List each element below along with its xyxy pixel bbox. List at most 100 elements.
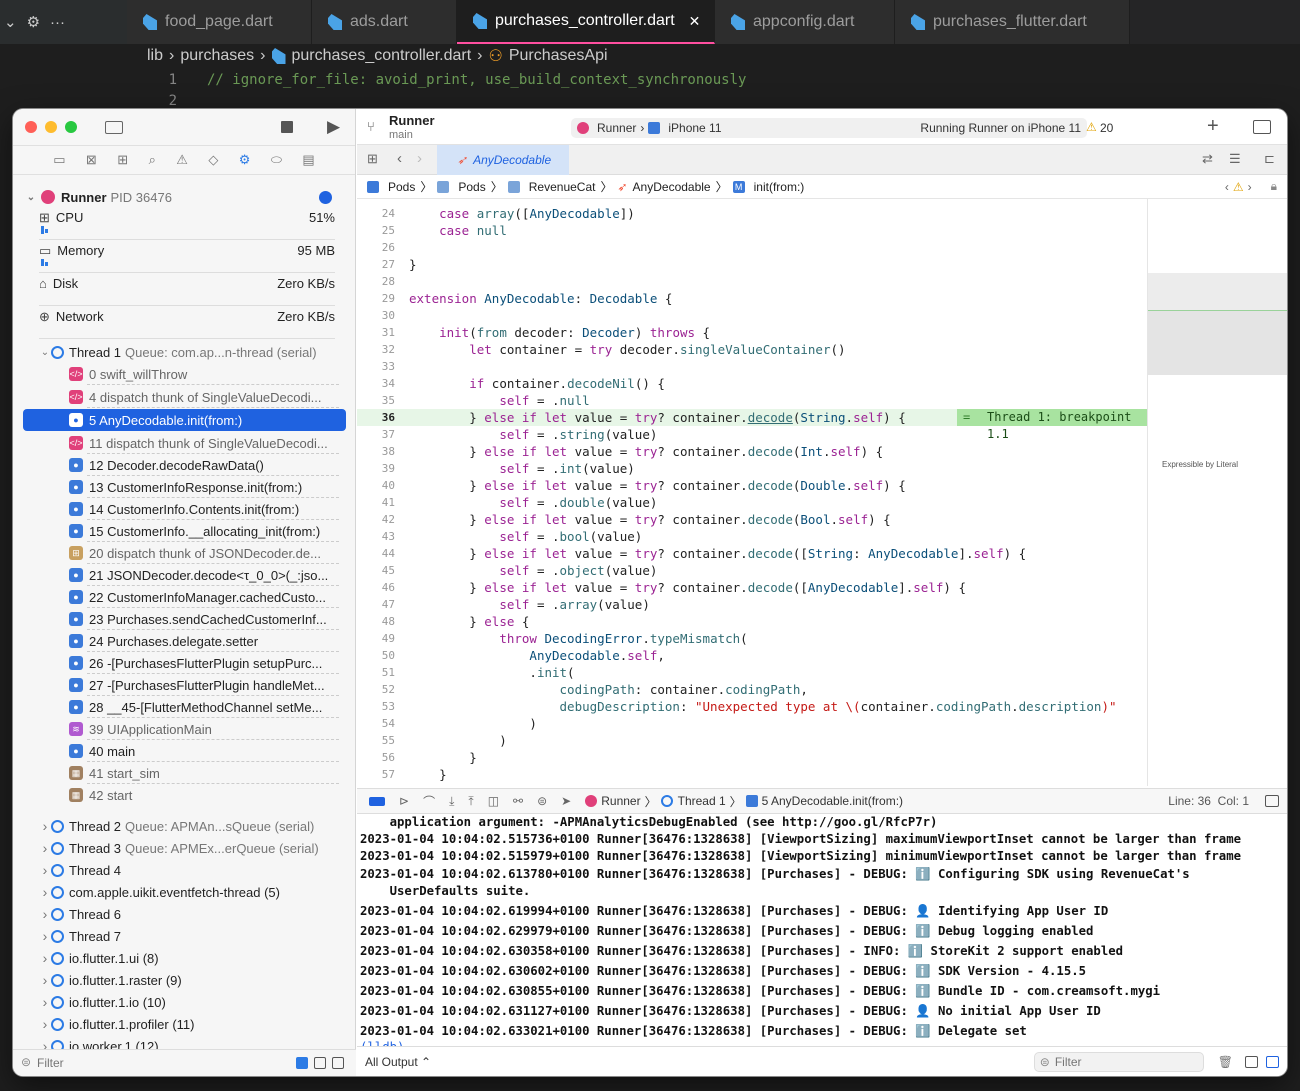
line-number[interactable]: 57 xyxy=(357,766,395,783)
back-icon[interactable]: ‹ xyxy=(397,150,402,167)
minimap[interactable]: Expressible by Literal xyxy=(1147,199,1287,786)
gauge-disk[interactable]: ⌂ Disk Zero KB/s xyxy=(39,276,335,302)
report-icon[interactable]: ▤ xyxy=(302,152,314,168)
line-number[interactable]: 43 xyxy=(357,528,395,545)
tab-appconfig[interactable]: appconfig.dart xyxy=(715,0,895,44)
thread-row[interactable]: › io.flutter.1.profiler (11) xyxy=(13,1013,356,1035)
thread-row[interactable]: › Thread 7 xyxy=(13,925,356,947)
chevron-down-icon[interactable]: ⌄ xyxy=(4,13,17,31)
stack-frame[interactable]: ≋ 39 UIApplicationMain xyxy=(13,718,356,740)
location-icon[interactable]: ➤ xyxy=(561,794,571,808)
run-button[interactable]: ▶ xyxy=(327,117,340,137)
line-number[interactable]: 27 xyxy=(357,256,395,273)
stack-frame[interactable]: ● 40 main xyxy=(13,740,356,762)
debug-path-item[interactable]: Runner xyxy=(601,794,640,808)
filter-option-icon[interactable] xyxy=(314,1057,326,1069)
variables-view-icon[interactable] xyxy=(1245,1055,1258,1068)
debug-path-item[interactable]: 5 AnyDecodable.init(from:) xyxy=(762,794,903,808)
jump-item[interactable]: init(from:) xyxy=(754,180,805,194)
disclosure-closed-icon[interactable]: › xyxy=(39,818,51,834)
thread-row[interactable]: › io.flutter.1.raster (9) xyxy=(13,969,356,991)
tab-purchases-controller[interactable]: purchases_controller.dart ✕ xyxy=(457,0,715,44)
thread-row[interactable]: › com.apple.uikit.eventfetch-thread (5) xyxy=(13,881,356,903)
grid-icon[interactable]: ⊞ xyxy=(367,151,378,167)
lldb-prompt[interactable]: (lldb) xyxy=(360,1039,404,1046)
info-icon[interactable] xyxy=(319,190,332,204)
line-number[interactable]: 47 xyxy=(357,596,395,613)
tab-purchases-flutter[interactable]: purchases_flutter.dart xyxy=(895,0,1130,44)
line-number[interactable]: 35 xyxy=(357,392,395,409)
related-items-icon[interactable]: ⇄ xyxy=(1202,151,1213,167)
gauge-network[interactable]: ⊕ Network Zero KB/s xyxy=(39,309,335,335)
jump-item[interactable]: AnyDecodable xyxy=(633,180,711,194)
source-editor[interactable]: 24 case array([AnyDecodable]) 25 case nul… xyxy=(357,199,1147,786)
stack-frame[interactable]: </> 11 dispatch thunk of SingleValueDecod… xyxy=(13,432,356,454)
line-number[interactable]: 38 xyxy=(357,443,395,460)
breakpoints-toggle-icon[interactable] xyxy=(369,796,385,806)
gauge-memory[interactable]: ▭ Memory 95 MB xyxy=(39,243,335,269)
vscode-editor[interactable]: 1 // ignore_for_file: avoid_print, use_b… xyxy=(127,68,1300,110)
breakpoint-icon[interactable]: ⬭ xyxy=(271,152,282,168)
line-number[interactable]: 46 xyxy=(357,579,395,596)
tab-anydecodable[interactable]: ➶ AnyDecodable xyxy=(437,145,569,175)
disclosure-closed-icon[interactable]: › xyxy=(39,928,51,944)
console-output[interactable]: application argument: -APMAnalyticsDebug… xyxy=(357,814,1287,1046)
line-number[interactable]: 29 xyxy=(357,290,395,307)
disclosure-closed-icon[interactable]: › xyxy=(39,972,51,988)
thread-row[interactable]: › Thread 3 Queue: APMEx...erQueue (serial) xyxy=(13,837,356,859)
hide-debug-area-icon[interactable] xyxy=(1265,795,1279,807)
stack-frame[interactable]: ⊞ 20 dispatch thunk of JSONDecoder.de... xyxy=(13,542,356,564)
line-number[interactable]: 45 xyxy=(357,562,395,579)
stack-frame[interactable]: </> 0 swift_willThrow xyxy=(13,363,356,385)
symbol-icon[interactable]: ⊞ xyxy=(117,152,128,168)
inspector-toggle-icon[interactable] xyxy=(1253,120,1271,134)
line-number[interactable]: 52 xyxy=(357,681,395,698)
line-number[interactable]: 42 xyxy=(357,511,395,528)
editor-options-icon[interactable]: ☰ xyxy=(1229,151,1241,167)
stack-frame[interactable]: ● 22 CustomerInfoManager.cachedCusto... xyxy=(13,586,356,608)
line-number[interactable]: 55 xyxy=(357,732,395,749)
stop-button[interactable] xyxy=(281,121,293,133)
line-number[interactable]: 30 xyxy=(357,307,395,324)
source-control-icon[interactable]: ⊠ xyxy=(86,152,97,168)
line-number[interactable]: 44 xyxy=(357,545,395,562)
stack-frame[interactable]: ▦ 42 start xyxy=(13,784,356,806)
warning-icon[interactable]: ⚠ xyxy=(1086,120,1097,134)
line-number[interactable]: 25 xyxy=(357,222,395,239)
stack-frame[interactable]: </> 4 dispatch thunk of SingleValueDecodi… xyxy=(13,386,356,408)
minimap-viewport[interactable] xyxy=(1148,310,1287,375)
line-number[interactable]: 32 xyxy=(357,341,395,358)
stack-frame[interactable]: ● 15 CustomerInfo.__allocating_init(from:… xyxy=(13,520,356,542)
step-over-icon[interactable]: ⌒ xyxy=(423,793,435,810)
thread-row[interactable]: ⌄ Thread 1 Queue: com.ap...n-thread (seria… xyxy=(13,341,356,363)
line-number[interactable]: 24 xyxy=(357,205,395,222)
stack-frame[interactable]: ● 13 CustomerInfoResponse.init(from:) xyxy=(13,476,356,498)
line-number[interactable]: 39 xyxy=(357,460,395,477)
trash-icon[interactable]: 🗑︎ xyxy=(1218,1055,1233,1069)
line-number[interactable]: 34 xyxy=(357,375,395,392)
add-icon[interactable]: + xyxy=(1207,115,1219,138)
stack-frame[interactable]: ● 12 Decoder.decodeRawData() xyxy=(13,454,356,476)
line-number[interactable]: 40 xyxy=(357,477,395,494)
disclosure-closed-icon[interactable]: › xyxy=(39,1016,51,1032)
more-icon[interactable]: ··· xyxy=(50,14,65,31)
minimize-window-button[interactable] xyxy=(45,121,57,133)
stack-frame[interactable]: ● 23 Purchases.sendCachedCustomerInf... xyxy=(13,608,356,630)
disclosure-closed-icon[interactable]: › xyxy=(39,950,51,966)
step-out-icon[interactable]: ⤒ xyxy=(468,794,473,809)
line-number[interactable]: 26 xyxy=(357,239,395,256)
thread-row[interactable]: › io.flutter.1.io (10) xyxy=(13,991,356,1013)
line-number[interactable]: 28 xyxy=(357,273,395,290)
line-number[interactable]: 53 xyxy=(357,698,395,715)
debug-view-hierarchy-icon[interactable]: ◫ xyxy=(488,794,499,808)
debug-icon[interactable]: ⚙ xyxy=(239,152,251,168)
thread-row[interactable]: › Thread 6 xyxy=(13,903,356,925)
stack-frame[interactable]: ● 14 CustomerInfo.Contents.init(from:) xyxy=(13,498,356,520)
stack-frame[interactable]: ● 24 Purchases.delegate.setter xyxy=(13,630,356,652)
thread-row[interactable]: › Thread 2 Queue: APMAn...sQueue (serial) xyxy=(13,815,356,837)
disclosure-closed-icon[interactable]: › xyxy=(39,862,51,878)
console-view-icon[interactable] xyxy=(1266,1055,1279,1068)
stack-frame[interactable]: ● 21 JSONDecoder.decode<τ_0_0>(_:jso... xyxy=(13,564,356,586)
disclosure-open-icon[interactable]: ⌄ xyxy=(25,192,37,203)
line-number[interactable]: 50 xyxy=(357,647,395,664)
